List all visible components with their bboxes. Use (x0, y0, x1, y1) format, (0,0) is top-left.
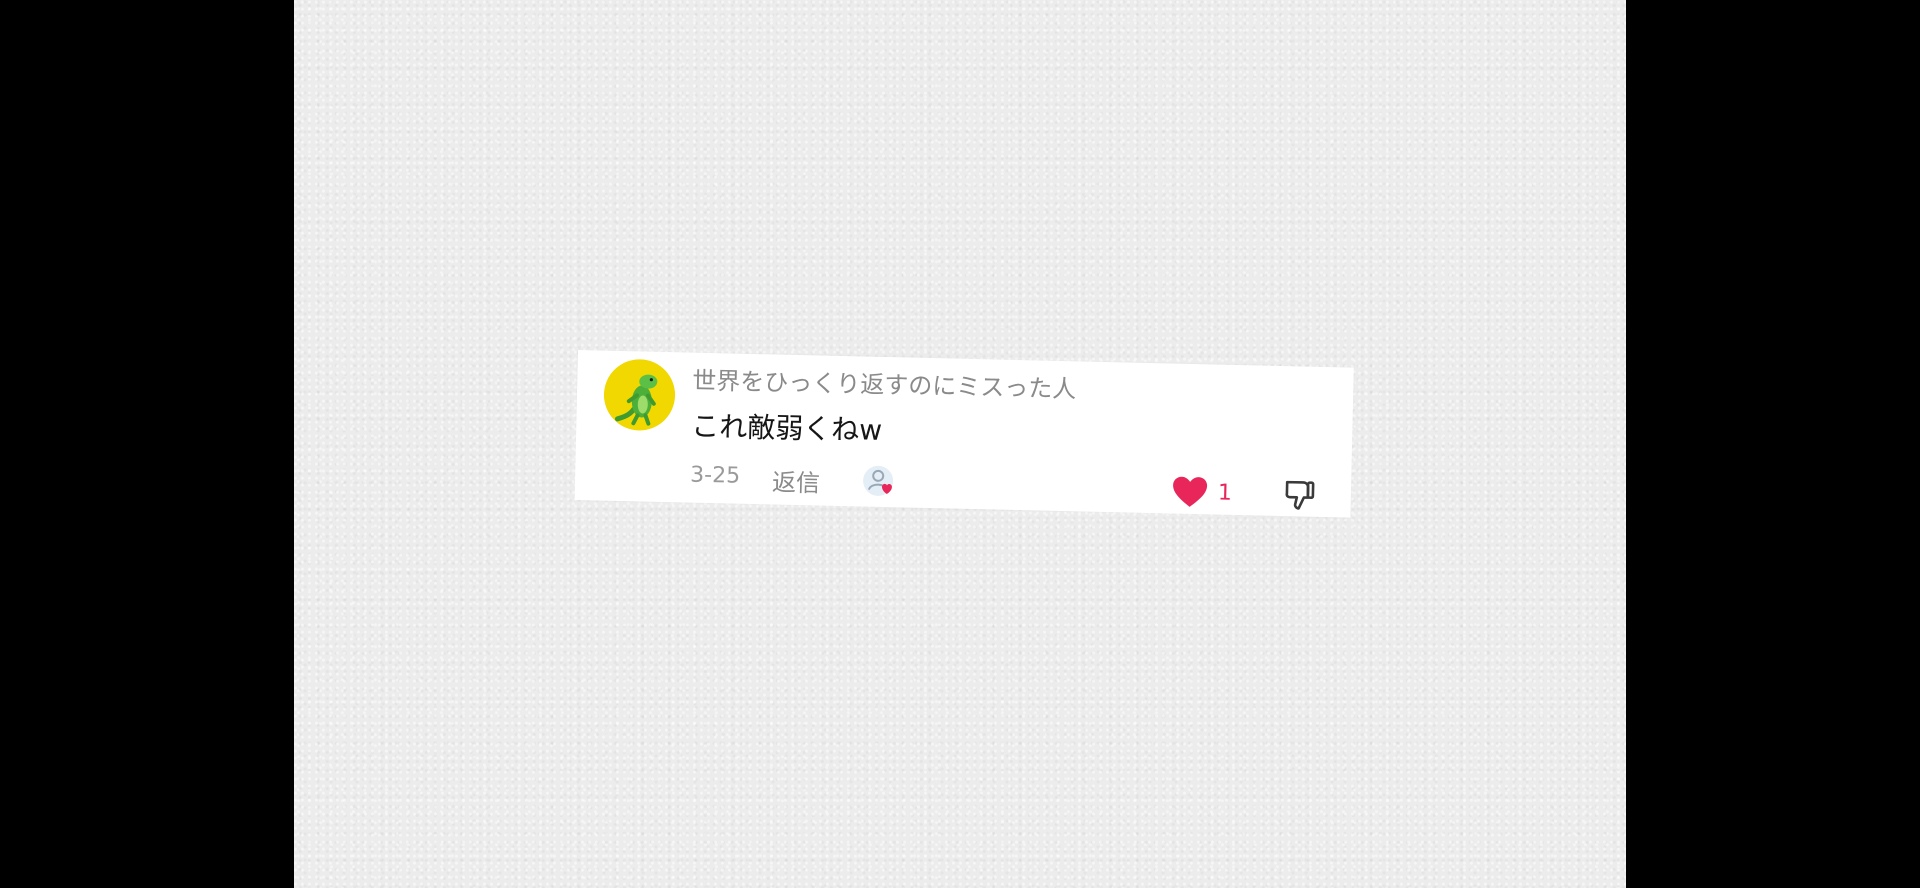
comment-meta-row: 3-25 返信 (690, 463, 894, 498)
reply-button[interactable]: 返信 (772, 462, 821, 498)
comment-text: これ敵弱くねw (690, 409, 883, 447)
thumbs-down-icon (1285, 480, 1315, 510)
left-letterbox-bar (0, 0, 294, 888)
comment-username[interactable]: 世界をひっくり返すのにミスった人 (692, 361, 1077, 405)
green-lizard-avatar-icon (603, 359, 675, 431)
like-button[interactable] (1171, 476, 1212, 513)
like-count: 1 (1217, 480, 1233, 506)
user-avatar[interactable] (603, 358, 676, 432)
right-letterbox-bar (1626, 0, 1920, 888)
comment-date: 3-25 (689, 462, 741, 489)
creator-heart-icon (860, 462, 899, 501)
heart-icon (1173, 476, 1208, 507)
dislike-button[interactable] (1282, 478, 1319, 515)
comment-card: 世界をひっくり返すのにミスった人 これ敵弱くねw 3-25 返信 1 (574, 350, 1354, 518)
